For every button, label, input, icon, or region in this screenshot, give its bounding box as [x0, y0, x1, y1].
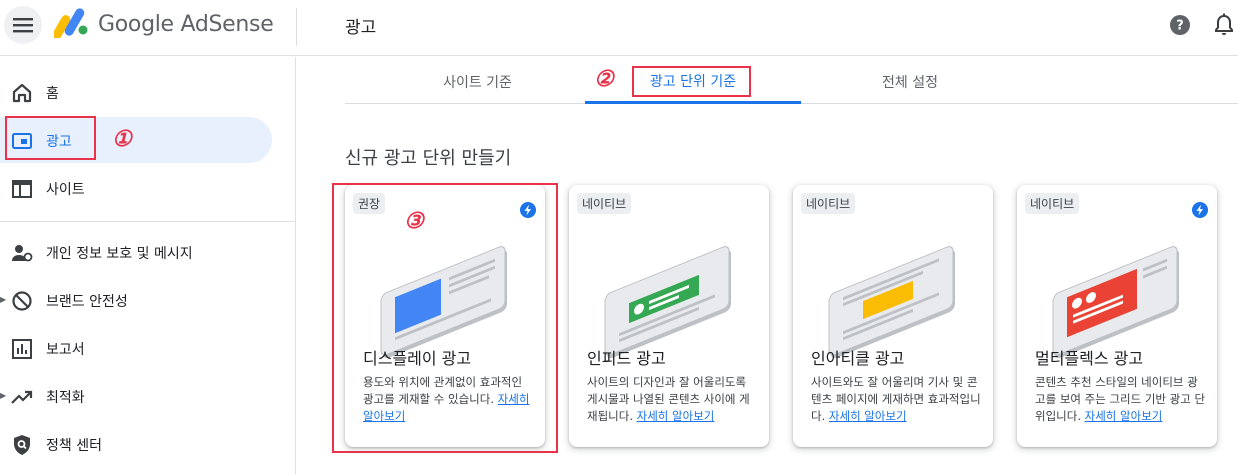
card-description: 콘텐츠 추천 스타일의 네이티브 광고를 보여 주는 그리드 기반 광고 단위입… [1035, 374, 1207, 425]
tab-by-site[interactable]: 사이트 기준 [395, 60, 560, 104]
card-title: 인아티클 광고 [811, 349, 905, 368]
annotation-number-1: ① [112, 126, 132, 152]
sidebar-item-privacy[interactable]: 개인 정보 보호 및 메시지 [0, 229, 272, 275]
learn-more-link[interactable]: 자세히 알아보기 [637, 409, 715, 423]
adsense-logo-icon [54, 8, 88, 38]
policy-icon [14, 435, 30, 455]
help-icon[interactable]: ? [1169, 14, 1191, 36]
svg-text:?: ? [1176, 19, 1184, 34]
card-description: 사이트와도 잘 어울리며 기사 및 콘텐츠 페이지에 게재하면 효과적입니다. … [811, 374, 983, 425]
sidebar-item-label: 정책 센터 [46, 438, 102, 454]
sidebar-item-label: 브랜드 안전성 [46, 294, 128, 310]
native-badge: 네이티브 [801, 193, 856, 214]
ad-unit-card-in-feed[interactable]: 네이티브 인피드 광고 사이트의 디자인과 잘 어울리도록 게시물과 나열된 콘… [569, 185, 769, 447]
expand-caret-icon[interactable]: ▶ [0, 391, 6, 400]
sites-icon [12, 180, 32, 198]
notifications-bell-icon[interactable] [1213, 13, 1235, 37]
ad-unit-card-multiplex[interactable]: 네이티브 멀티플렉스 광고 콘텐츠 추천 스타일의 네이티브 광고를 보여 주는… [1017, 185, 1217, 447]
sidebar-item-reports[interactable]: 보고서 [0, 325, 272, 371]
sidebar-item-label: 개인 정보 보호 및 메시지 [46, 246, 193, 262]
in-article-ad-illustration [828, 246, 955, 359]
bolt-icon [1192, 202, 1208, 218]
sidebar-item-label: 최적화 [46, 390, 85, 406]
learn-more-link[interactable]: 자세히 알아보기 [829, 409, 907, 423]
expand-caret-icon[interactable]: ▶ [0, 295, 6, 304]
card-title: 인피드 광고 [587, 349, 666, 368]
sidebar-item-policy[interactable]: 정책 센터 [0, 421, 272, 467]
header-divider [296, 8, 297, 46]
annotation-number-3: ③ [404, 208, 424, 234]
annotation-box-display-card [332, 183, 558, 453]
in-feed-ad-illustration [604, 246, 731, 359]
tab-bar: 사이트 기준 광고 단위 기준 전체 설정 [345, 60, 1238, 104]
sidebar-item-brand-safety[interactable]: ▶ 브랜드 안전성 [0, 277, 272, 323]
reports-icon [12, 339, 32, 359]
sidebar-item-label: 홈 [46, 86, 59, 102]
annotation-number-2: ② [594, 66, 614, 92]
card-title: 멀티플렉스 광고 [1035, 349, 1144, 368]
menu-icon [13, 18, 33, 33]
sidebar-item-home[interactable]: 홈 [0, 69, 272, 115]
sidebar-divider [0, 221, 296, 222]
top-app-bar: Google AdSense 광고 ? [0, 0, 1238, 56]
tab-global-settings[interactable]: 전체 설정 [825, 60, 995, 104]
brand-name[interactable]: Google AdSense [98, 12, 274, 37]
native-badge: 네이티브 [1025, 193, 1080, 214]
home-icon [12, 83, 32, 103]
card-description: 사이트의 디자인과 잘 어울리도록 게시물과 나열된 콘텐츠 사이에 게재됩니다… [587, 374, 759, 425]
learn-more-link[interactable]: 자세히 알아보기 [1085, 409, 1163, 423]
ad-unit-card-in-article[interactable]: 네이티브 인아티클 광고 사이트와도 잘 어울리며 기사 및 콘텐츠 페이지에 … [793, 185, 993, 447]
privacy-icon [12, 245, 33, 262]
block-icon [12, 291, 32, 311]
native-badge: 네이티브 [577, 193, 632, 214]
section-title: 신규 광고 단위 만들기 [345, 148, 512, 169]
trending-icon [11, 390, 33, 404]
annotation-box-tab [632, 66, 751, 97]
sidebar-item-optimization[interactable]: ▶ 최적화 [0, 373, 272, 419]
sidebar-item-label: 보고서 [46, 342, 85, 358]
multiplex-ad-illustration [1052, 246, 1179, 359]
annotation-box-ads [5, 116, 96, 160]
main-menu-button[interactable] [4, 6, 42, 44]
page-title: 광고 [345, 18, 377, 38]
sidebar-item-sites[interactable]: 사이트 [0, 165, 272, 211]
sidebar-item-label: 사이트 [46, 182, 85, 198]
